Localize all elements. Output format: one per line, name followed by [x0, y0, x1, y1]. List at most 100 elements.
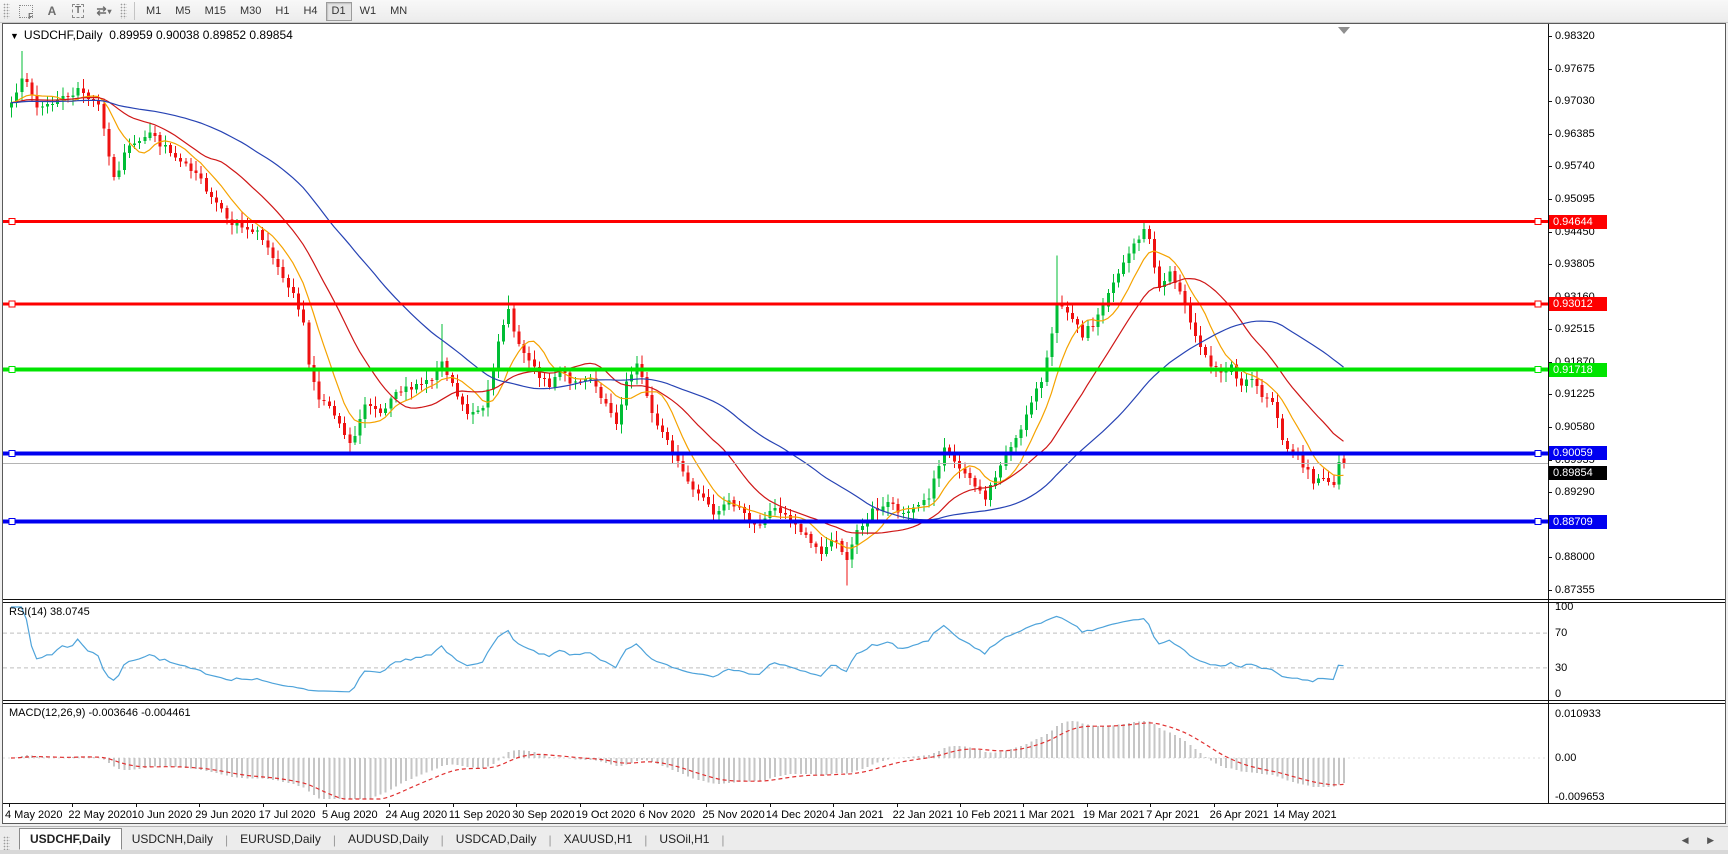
date-axis-label: 11 Sep 2020: [449, 809, 511, 821]
price-axis-label: 0.87355: [1548, 584, 1595, 596]
date-axis-label: 29 Jun 2020: [195, 809, 256, 821]
date-tick: [580, 804, 581, 807]
date-axis-label: 19 Oct 2020: [576, 809, 636, 821]
date-tick: [1214, 804, 1215, 807]
tabbar-grip[interactable]: [3, 836, 10, 850]
chart-window[interactable]: ▼ USDCHF,Daily 0.89959 0.90038 0.89852 0.…: [2, 23, 1726, 824]
price-axis-label: 0.90580: [1548, 421, 1595, 433]
rsi-indicator-canvas[interactable]: [3, 603, 1726, 700]
price-chart-canvas[interactable]: [3, 24, 1726, 599]
timeframe-button-d1[interactable]: D1: [326, 2, 352, 21]
pane-splitter-macd[interactable]: [3, 700, 1725, 704]
rsi-axis-label: 0: [1555, 688, 1561, 700]
scroll-to-end-marker[interactable]: [1338, 27, 1350, 34]
macd-axis-label: 0.00: [1555, 752, 1576, 764]
timeframe-button-m1[interactable]: M1: [140, 2, 167, 21]
drawing-tools-group: FAT⇄▾: [13, 2, 117, 21]
hline-price-label: 0.90059: [1549, 446, 1607, 460]
current-price-label: 0.89854: [1549, 466, 1607, 480]
rsi-indicator-label: RSI(14) 38.0745: [9, 606, 90, 618]
date-axis-label: 30 Sep 2020: [512, 809, 574, 821]
date-tick: [643, 804, 644, 807]
price-axis-label: 0.92515: [1548, 323, 1595, 335]
date-axis-label: 1 Mar 2021: [1019, 809, 1075, 821]
chart-symbol-period: USDCHF,Daily: [24, 28, 103, 42]
chart-title: ▼ USDCHF,Daily 0.89959 0.90038 0.89852 0.…: [10, 28, 293, 42]
chart-tab-usdcad-daily[interactable]: USDCAD,Daily: [446, 828, 547, 850]
macd-histogram: [12, 721, 1345, 799]
price-axis-label: 0.89290: [1548, 486, 1595, 498]
timeframe-button-m5[interactable]: M5: [169, 2, 196, 21]
toolbar-separator: [134, 2, 135, 20]
timeframe-button-w1[interactable]: W1: [354, 2, 383, 21]
date-axis-label: 7 Apr 2021: [1146, 809, 1199, 821]
date-tick: [72, 804, 73, 807]
chart-ohlc-values: 0.89959 0.90038 0.89852 0.89854: [109, 28, 293, 42]
date-axis-label: 10 Feb 2021: [956, 809, 1018, 821]
tab-separator: |: [719, 830, 726, 850]
date-tick: [897, 804, 898, 807]
chart-title-caret-icon[interactable]: ▼: [10, 31, 19, 41]
hline-price-label: 0.93012: [1549, 297, 1607, 311]
hline-price-label: 0.94644: [1549, 215, 1607, 229]
top-toolbar: FAT⇄▾ M1M5M15M30H1H4D1W1MN: [0, 0, 1728, 23]
date-tick: [1087, 804, 1088, 807]
tab-separator: |: [546, 830, 553, 850]
date-tick: [9, 804, 10, 807]
chart-tab-usdchf-daily[interactable]: USDCHF,Daily: [19, 828, 122, 850]
date-tick: [136, 804, 137, 807]
timeframe-toolbar-grip[interactable]: [120, 3, 127, 19]
date-tick: [770, 804, 771, 807]
price-axis-label: 0.98320: [1548, 30, 1595, 42]
timeframe-button-m30[interactable]: M30: [234, 2, 267, 21]
timeframe-button-h4[interactable]: H4: [297, 2, 323, 21]
timeframe-button-mn[interactable]: MN: [384, 2, 413, 21]
macd-indicator-canvas[interactable]: [3, 704, 1726, 803]
status-bar: [0, 850, 1728, 854]
chart-tab-eurusd-daily[interactable]: EURUSD,Daily: [230, 828, 331, 850]
date-tick: [453, 804, 454, 807]
price-axis-label: 0.95095: [1548, 193, 1595, 205]
pane-splitter-rsi[interactable]: [3, 599, 1725, 603]
price-axis-label: 0.93805: [1548, 258, 1595, 270]
date-axis: 4 May 202022 May 202010 Jun 202029 Jun 2…: [3, 803, 1725, 824]
timeframe-button-h1[interactable]: H1: [269, 2, 295, 21]
tab-separator: |: [331, 830, 338, 850]
horizontal-lines[interactable]: [3, 219, 1548, 525]
price-axis-label: 0.97030: [1548, 95, 1595, 107]
date-axis-label: 17 Jul 2020: [259, 809, 316, 821]
date-tick: [389, 804, 390, 807]
chart-tabs: USDCHF,DailyUSDCNH,Daily|EURUSD,Daily|AU…: [13, 828, 727, 850]
date-tick: [1023, 804, 1024, 807]
chart-tab-usoil-h1[interactable]: USOil,H1: [649, 828, 719, 850]
toolbar-grip[interactable]: [3, 3, 10, 19]
macd-axis-label: -0.009653: [1555, 791, 1605, 803]
macd-values: -0.003646 -0.004461: [88, 707, 190, 719]
date-axis-label: 25 Nov 2020: [702, 809, 764, 821]
date-axis-label: 24 Aug 2020: [385, 809, 447, 821]
macd-axis-label: 0.010933: [1555, 708, 1601, 720]
text-tool-icon[interactable]: A: [40, 2, 64, 21]
date-axis-label: 14 Dec 2020: [766, 809, 828, 821]
tab-separator: |: [439, 830, 446, 850]
rsi-line: [11, 607, 1344, 692]
arrows-tool-icon[interactable]: ⇄▾: [92, 2, 116, 21]
price-axis-label: 0.96385: [1548, 128, 1595, 140]
date-tick: [199, 804, 200, 807]
chart-tab-usdcnh-daily[interactable]: USDCNH,Daily: [122, 828, 223, 850]
chart-tab-xauusd-h1[interactable]: XAUUSD,H1: [554, 828, 643, 850]
price-axis-label: 0.88000: [1548, 551, 1595, 563]
tab-separator: |: [642, 830, 649, 850]
label-tool-icon[interactable]: T: [66, 2, 90, 21]
date-tick: [516, 804, 517, 807]
hline-price-label: 0.88709: [1549, 515, 1607, 529]
timeframe-button-m15[interactable]: M15: [199, 2, 232, 21]
rsi-axis-label: 30: [1555, 662, 1567, 674]
rsi-axis-label: 100: [1555, 601, 1573, 613]
chart-tab-audusd-daily[interactable]: AUDUSD,Daily: [338, 828, 439, 850]
date-tick: [706, 804, 707, 807]
fibonacci-tool-icon[interactable]: F: [14, 2, 38, 21]
date-tick: [960, 804, 961, 807]
tab-scroll-arrows[interactable]: ◀ ▶: [1682, 835, 1722, 846]
price-axis-line: [1548, 24, 1549, 803]
